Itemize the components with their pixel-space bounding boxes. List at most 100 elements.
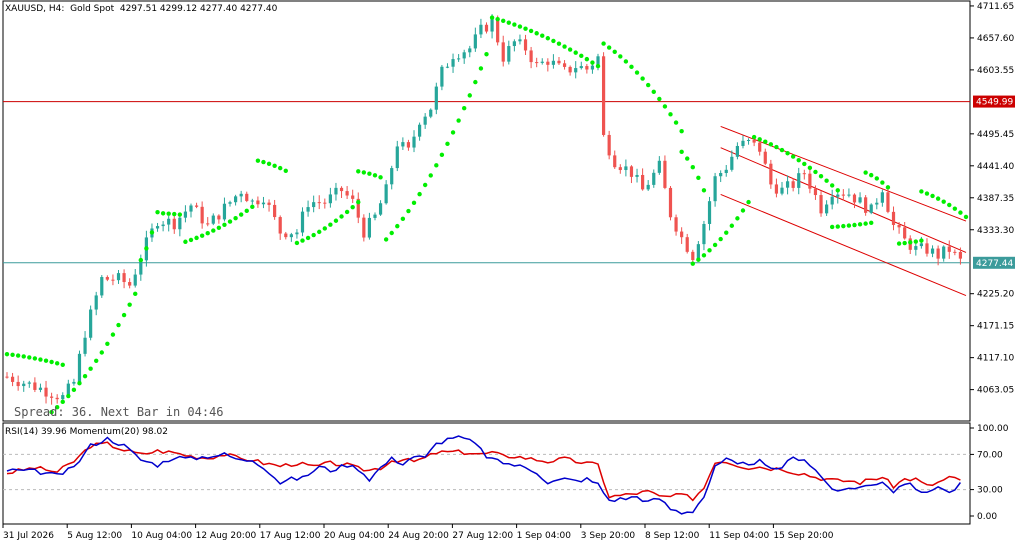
sar-dot bbox=[501, 18, 506, 24]
candle-body bbox=[295, 232, 299, 235]
time-tick-label: 15 Sep 20:00 bbox=[773, 531, 833, 541]
level-price-label: 4549.99 bbox=[976, 98, 1013, 108]
candle-body bbox=[919, 243, 923, 247]
time-tick-label: 10 Aug 04:00 bbox=[131, 531, 192, 541]
candle-body bbox=[351, 195, 355, 199]
sar-dot bbox=[495, 16, 500, 22]
candle-body bbox=[758, 142, 762, 152]
sar-dot bbox=[863, 170, 868, 175]
sar-dot bbox=[846, 223, 852, 228]
candle-body bbox=[55, 397, 59, 400]
candle-body bbox=[724, 169, 728, 174]
sar-dot bbox=[584, 56, 590, 62]
candle-body bbox=[27, 382, 31, 384]
sar-dot bbox=[21, 354, 26, 359]
sar-dot bbox=[857, 222, 863, 227]
price-tick-label: 4603.55 bbox=[977, 66, 1014, 76]
candle-body bbox=[791, 181, 795, 188]
time-tick-label: 1 Sep 04:00 bbox=[517, 531, 572, 541]
candle-body bbox=[273, 204, 277, 218]
price-axis: 4711.65 4657.60 4603.55 4495.45 4441.40 4387.… bbox=[970, 2, 1015, 396]
sar-dot bbox=[99, 350, 104, 355]
candle-body bbox=[429, 109, 433, 117]
time-tick-label: 20 Aug 04:00 bbox=[324, 531, 385, 541]
candle-body bbox=[423, 116, 427, 125]
sar-dot bbox=[294, 240, 300, 246]
sar-dot bbox=[757, 137, 762, 142]
candle-body bbox=[852, 194, 857, 203]
sar-dot bbox=[595, 63, 601, 69]
sar-dot bbox=[250, 204, 255, 210]
sar-dot bbox=[779, 147, 785, 153]
sar-dot bbox=[623, 59, 629, 64]
sar-dot bbox=[579, 53, 584, 59]
sar-dot bbox=[913, 239, 919, 244]
candle-body bbox=[233, 196, 238, 203]
candle-body bbox=[172, 218, 176, 230]
sar-dot bbox=[222, 222, 227, 227]
candle-body bbox=[551, 60, 556, 65]
level-price-label: 4277.44 bbox=[976, 259, 1013, 269]
sar-dot bbox=[963, 214, 969, 220]
sar-dot bbox=[562, 44, 567, 49]
sar-dot bbox=[311, 232, 316, 238]
sar-dot bbox=[506, 20, 512, 25]
candle-body bbox=[942, 246, 946, 259]
time-tick-label: 11 Sep 04:00 bbox=[709, 531, 769, 541]
sar-dot bbox=[10, 352, 15, 358]
sar-dot bbox=[199, 233, 205, 238]
sar-dot bbox=[869, 172, 874, 178]
candle-body bbox=[752, 140, 756, 143]
sar-dot bbox=[456, 118, 461, 123]
sar-dot bbox=[434, 163, 439, 168]
candle-body bbox=[847, 194, 851, 196]
sar-dot bbox=[774, 144, 779, 150]
price-tick-label: 4387.35 bbox=[977, 194, 1014, 204]
sar-dot bbox=[489, 15, 495, 20]
sar-dot bbox=[133, 291, 138, 297]
sar-dot bbox=[339, 214, 344, 219]
sar-dot bbox=[356, 199, 361, 205]
sar-dot bbox=[400, 216, 406, 222]
candle-body bbox=[785, 181, 790, 188]
sar-dot bbox=[902, 240, 907, 246]
candle-body bbox=[546, 61, 550, 65]
candle-body bbox=[646, 184, 650, 190]
sar-dot bbox=[82, 373, 88, 379]
candle-body bbox=[568, 66, 572, 73]
sar-dot bbox=[60, 399, 65, 405]
sar-dot bbox=[317, 229, 322, 235]
sar-dot bbox=[322, 226, 328, 231]
sar-dot bbox=[350, 204, 355, 210]
candle-body bbox=[836, 194, 840, 197]
candle-body bbox=[183, 211, 188, 218]
candle-body bbox=[657, 160, 661, 173]
time-tick-label: 24 Aug 20:00 bbox=[388, 531, 449, 541]
candle-body bbox=[702, 223, 706, 245]
candle-body bbox=[406, 142, 411, 148]
candle-body bbox=[445, 66, 450, 68]
sar-dot bbox=[367, 171, 372, 176]
sar-dot bbox=[395, 223, 400, 229]
candle-body bbox=[300, 211, 305, 233]
sar-dot bbox=[790, 154, 796, 159]
candle-body bbox=[875, 202, 879, 205]
sar-dot bbox=[15, 353, 21, 358]
candle-body bbox=[808, 173, 812, 189]
candle-body bbox=[401, 142, 405, 147]
candle-body bbox=[574, 68, 578, 73]
candle-body bbox=[345, 191, 349, 196]
sar-dot bbox=[685, 156, 690, 161]
candle-body bbox=[652, 172, 656, 185]
candle-body bbox=[228, 202, 232, 204]
candle-body bbox=[116, 273, 121, 281]
sar-dot bbox=[38, 357, 43, 362]
sar-dot bbox=[255, 158, 261, 163]
candle-body bbox=[830, 196, 834, 205]
sar-dot bbox=[696, 175, 701, 180]
candle-body bbox=[813, 188, 818, 196]
candle-body bbox=[601, 56, 606, 135]
candle-body bbox=[440, 66, 444, 87]
candle-body bbox=[958, 251, 963, 259]
sar-dot bbox=[852, 222, 857, 228]
